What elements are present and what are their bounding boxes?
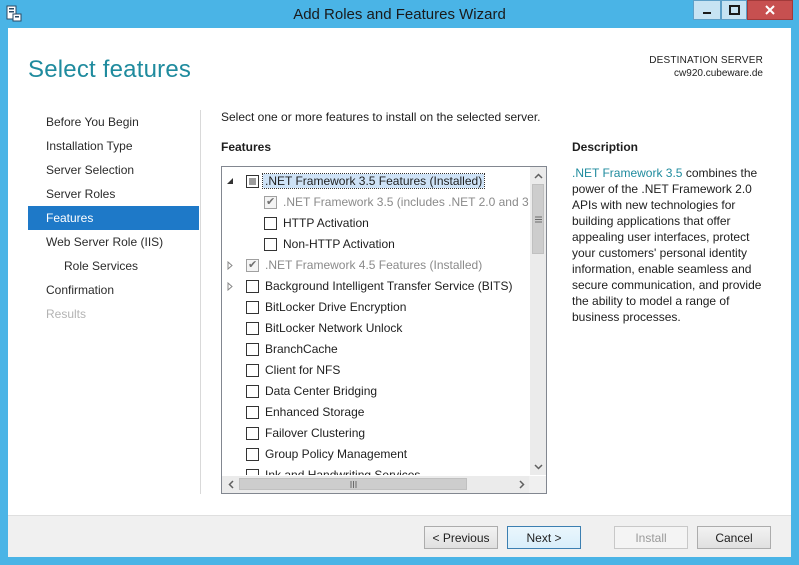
scroll-down-button[interactable] [530,458,546,475]
collapsed-arrow-icon[interactable] [225,281,235,291]
scroll-up-button[interactable] [530,167,546,184]
feature-checkbox[interactable] [246,448,259,461]
feature-row[interactable]: Background Intelligent Transfer Service … [222,276,530,297]
feature-row[interactable]: Ink and Handwriting Services [222,465,530,475]
feature-label: Enhanced Storage [265,405,365,419]
feature-row[interactable]: BranchCache [222,339,530,360]
features-heading: Features [221,140,272,154]
cancel-button[interactable]: Cancel [697,526,771,549]
feature-label: Group Policy Management [265,447,408,461]
feature-label: .NET Framework 3.5 (includes .NET 2.0 an… [283,195,530,209]
wizard-client-area: Select features DESTINATION SERVER cw920… [8,28,791,557]
scroll-right-button[interactable] [513,476,530,493]
feature-label: Data Center Bridging [265,384,378,398]
feature-row[interactable]: Non-HTTP Activation [222,234,530,255]
feature-checkbox[interactable] [246,301,259,314]
description-body: combines the power of the .NET Framework… [572,166,762,324]
feature-label: HTTP Activation [283,216,369,230]
window-title: Add Roles and Features Wizard [293,6,506,23]
feature-label: Non-HTTP Activation [283,237,395,251]
nav-item-results: Results [46,307,87,321]
collapsed-arrow-icon[interactable] [225,260,235,270]
wizard-step-nav: Before You Begin Installation Type Server … [28,110,199,326]
feature-checkbox[interactable] [246,280,259,293]
feature-row[interactable]: Client for NFS [222,360,530,381]
scrollbar-corner [529,476,546,493]
destination-server-name: cw920.cubeware.de [674,68,763,79]
chevron-left-icon [227,480,234,489]
vertical-scroll-thumb[interactable] [532,184,544,254]
maximize-button[interactable] [721,0,747,20]
feature-checkbox[interactable] [264,238,277,251]
chevron-right-icon [518,480,525,489]
horizontal-scroll-thumb[interactable] [239,478,467,490]
feature-row[interactable]: HTTP Activation [222,213,530,234]
feature-checkbox[interactable] [246,469,259,475]
features-tree[interactable]: .NET Framework 3.5 Features (Installed).… [221,166,547,494]
page-title: Select features [28,56,192,83]
nav-divider [200,110,201,494]
feature-label: BranchCache [265,342,338,356]
description-feature-link[interactable]: .NET Framework 3.5 [572,166,682,180]
nav-item-server-selection[interactable]: Server Selection [28,158,199,182]
next-button[interactable]: Next > [507,526,581,549]
title-bar[interactable]: Add Roles and Features Wizard [0,0,799,28]
wizard-footer: < Previous Next > Install Cancel [8,515,791,557]
feature-label: BitLocker Drive Encryption [265,300,407,314]
minimize-icon [703,12,711,14]
destination-server-label: DESTINATION SERVER [649,55,763,66]
feature-label: Failover Clustering [265,426,366,440]
feature-checkbox[interactable] [246,258,259,272]
nav-item-installation-type[interactable]: Installation Type [28,134,199,158]
feature-checkbox[interactable] [246,364,259,377]
scroll-left-button[interactable] [222,476,239,493]
horizontal-scrollbar[interactable] [222,476,530,493]
feature-row[interactable]: .NET Framework 3.5 (includes .NET 2.0 an… [222,192,530,213]
nav-item-web-server-role-iis[interactable]: Web Server Role (IIS) [28,230,199,254]
feature-row[interactable]: Failover Clustering [222,423,530,444]
feature-label: BitLocker Network Unlock [265,321,403,335]
feature-row[interactable]: BitLocker Network Unlock [222,318,530,339]
feature-checkbox[interactable] [246,175,259,188]
maximize-icon [728,5,740,15]
feature-row[interactable]: BitLocker Drive Encryption [222,297,530,318]
vertical-scrollbar[interactable] [529,167,546,475]
feature-label: Background Intelligent Transfer Service … [265,279,513,293]
nav-item-role-services[interactable]: Role Services [28,254,199,278]
nav-item-features[interactable]: Features [28,206,199,230]
nav-item-server-roles[interactable]: Server Roles [28,182,199,206]
instruction-text: Select one or more features to install o… [221,110,541,124]
nav-item-confirmation[interactable]: Confirmation [28,278,199,302]
feature-checkbox[interactable] [246,385,259,398]
chevron-up-icon [534,172,543,179]
expanded-arrow-icon[interactable] [225,176,235,186]
description-heading: Description [572,140,639,154]
feature-label: .NET Framework 4.5 Features (Installed) [265,258,483,272]
close-icon [765,5,775,15]
close-button[interactable] [747,0,793,20]
feature-label: Ink and Handwriting Services [265,468,421,475]
minimize-button[interactable] [693,0,721,20]
feature-row[interactable]: Group Policy Management [222,444,530,465]
feature-checkbox[interactable] [246,406,259,419]
nav-item-before-you-begin[interactable]: Before You Begin [28,110,199,134]
feature-row[interactable]: .NET Framework 3.5 Features (Installed) [222,171,530,192]
feature-label: .NET Framework 3.5 Features (Installed) [261,173,486,189]
feature-checkbox[interactable] [264,217,277,230]
grip-icon [534,216,542,222]
feature-checkbox[interactable] [246,343,259,356]
feature-row[interactable]: .NET Framework 4.5 Features (Installed) [222,255,530,276]
description-text: .NET Framework 3.5 combines the power of… [572,165,772,325]
install-button[interactable]: Install [614,526,688,549]
chevron-down-icon [534,463,543,470]
feature-checkbox[interactable] [264,195,277,209]
feature-row[interactable]: Enhanced Storage [222,402,530,423]
feature-label: Client for NFS [265,363,341,377]
feature-checkbox[interactable] [246,427,259,440]
feature-checkbox[interactable] [246,322,259,335]
features-tree-list: .NET Framework 3.5 Features (Installed).… [222,167,530,475]
feature-row[interactable]: Data Center Bridging [222,381,530,402]
previous-button[interactable]: < Previous [424,526,498,549]
grip-icon [350,480,356,488]
